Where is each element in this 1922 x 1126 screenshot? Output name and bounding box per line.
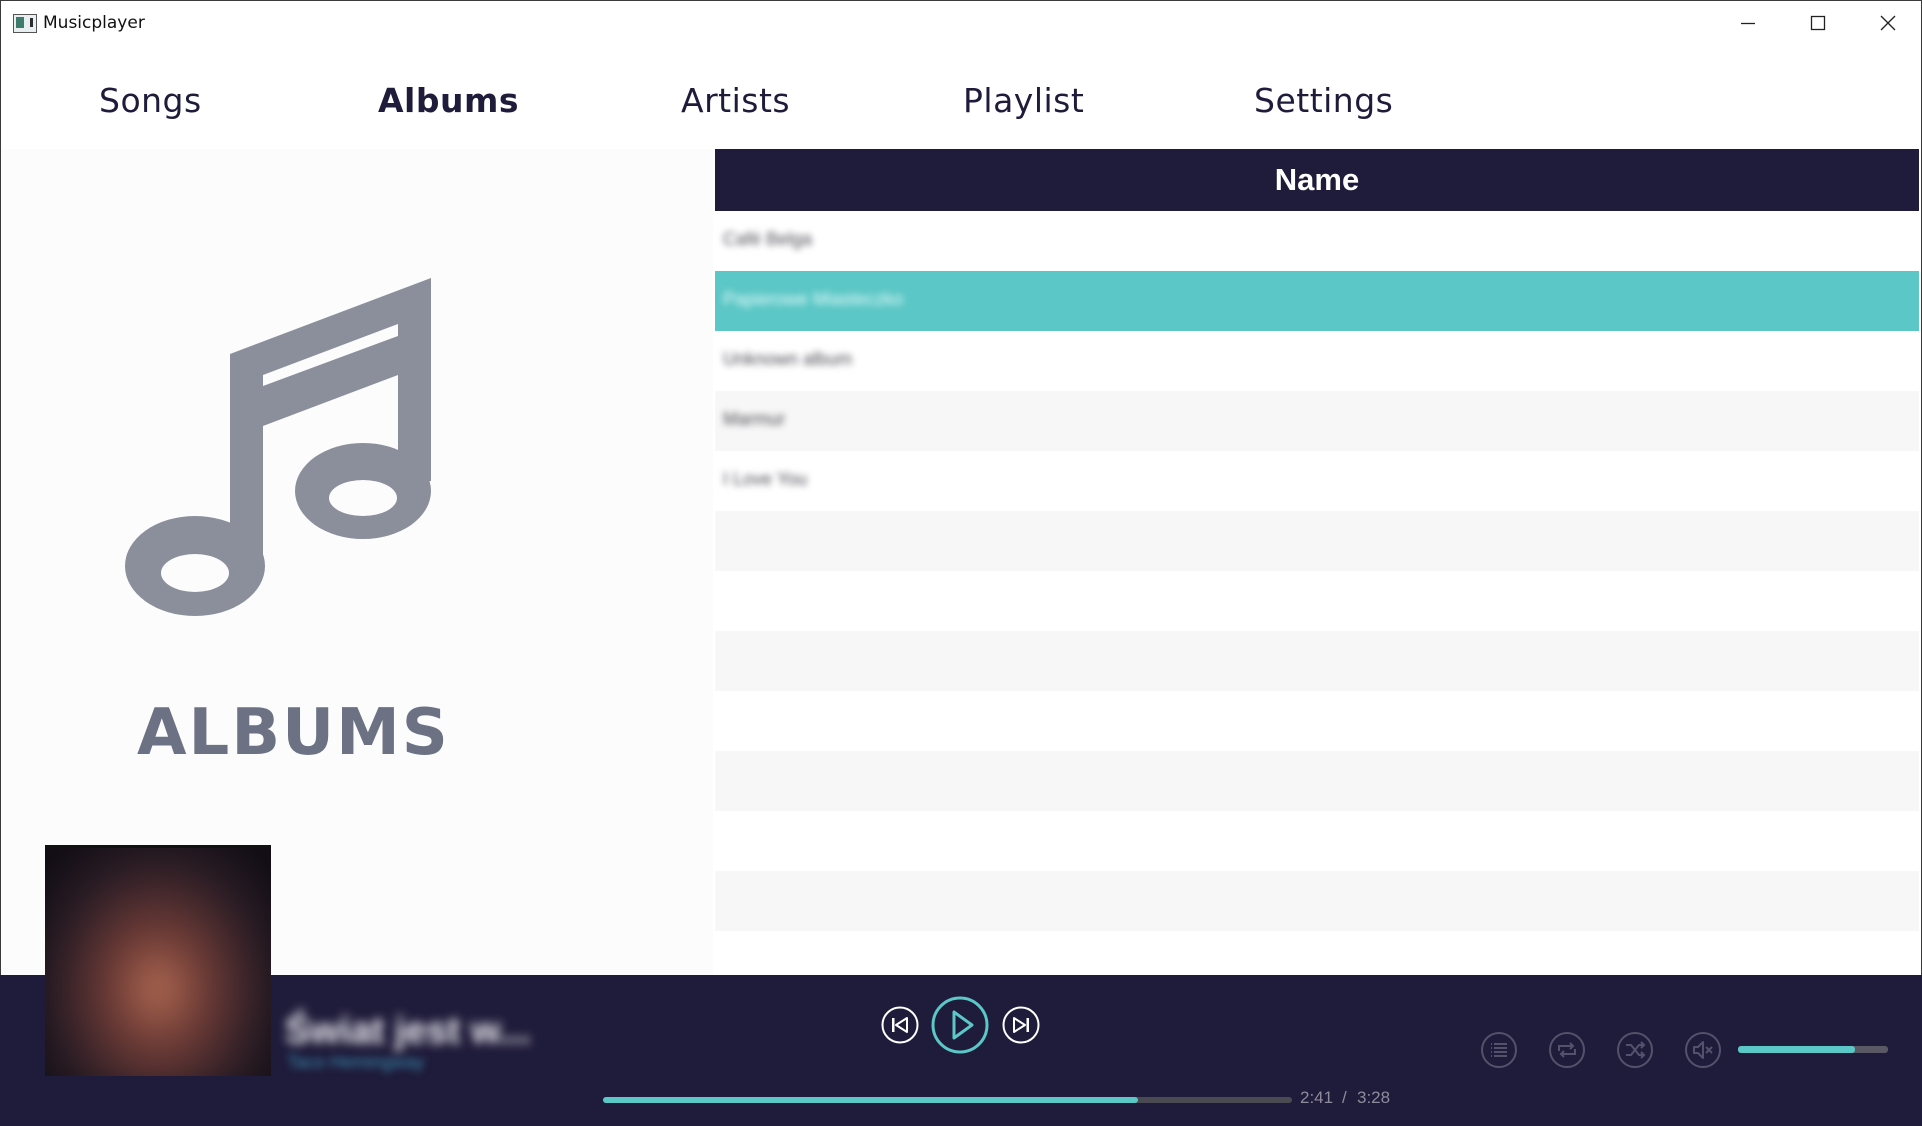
album-name: Café Belga [723,229,813,249]
elapsed-time: 2:41 [1300,1088,1334,1107]
app-icon [13,14,37,33]
table-row[interactable]: Unknown album [715,331,1919,391]
mute-icon[interactable] [1684,1031,1722,1069]
table-row-empty [715,751,1919,811]
shuffle-icon[interactable] [1616,1031,1654,1069]
total-time: 3:28 [1357,1088,1391,1107]
next-icon[interactable] [1001,1005,1041,1045]
section-heading: ALBUMS [137,696,450,770]
volume-slider[interactable] [1738,1046,1888,1053]
album-name: Marmur [723,409,785,429]
album-art [45,845,271,1076]
minimize-icon [1741,22,1755,25]
repeat-icon[interactable] [1548,1031,1586,1069]
time-separator: / [1342,1088,1347,1107]
window-title: Musicplayer [43,13,145,33]
close-icon [1880,15,1896,31]
progress-fill [603,1097,1138,1103]
table-row-empty [715,631,1919,691]
main-nav: Songs Albums Artists Playlist Settings [1,71,1401,131]
album-name: I Love You [723,469,808,489]
close-button[interactable] [1853,1,1921,45]
albums-table: Name Café Belga Papierowe Miasteczko Unk… [715,149,1919,975]
track-title: Świat jest w... [285,1010,531,1052]
table-row-empty [715,691,1919,751]
play-icon[interactable] [930,995,990,1055]
maximize-button[interactable] [1783,1,1853,45]
volume-fill [1738,1046,1855,1053]
track-artist[interactable]: Taco Hemingway [287,1052,424,1073]
minimize-button[interactable] [1713,1,1783,45]
column-header-name[interactable]: Name [715,149,1919,211]
queue-icon[interactable] [1480,1031,1518,1069]
table-row-empty [715,511,1919,571]
table-row-empty [715,571,1919,631]
progress-bar[interactable] [603,1097,1292,1103]
nav-albums[interactable]: Albums [378,81,519,120]
table-row-empty [715,811,1919,871]
app-window: Musicplayer Songs Albums Artists Playlis… [0,0,1922,1126]
table-row[interactable]: I Love You [715,451,1919,511]
nav-settings[interactable]: Settings [1254,81,1393,120]
table-row[interactable]: Café Belga [715,211,1919,271]
table-row-selected[interactable]: Papierowe Miasteczko [715,271,1919,331]
album-name: Papierowe Miasteczko [723,289,904,309]
nav-artists[interactable]: Artists [681,81,790,120]
album-name: Unknown album [723,349,853,369]
nav-playlist[interactable]: Playlist [963,81,1084,120]
previous-icon[interactable] [880,1005,920,1045]
music-note-icon [125,278,431,616]
table-row-empty [715,871,1919,931]
maximize-icon [1810,15,1826,31]
nav-songs[interactable]: Songs [99,81,202,120]
table-row[interactable]: Marmur [715,391,1919,451]
title-bar: Musicplayer [1,1,1921,45]
